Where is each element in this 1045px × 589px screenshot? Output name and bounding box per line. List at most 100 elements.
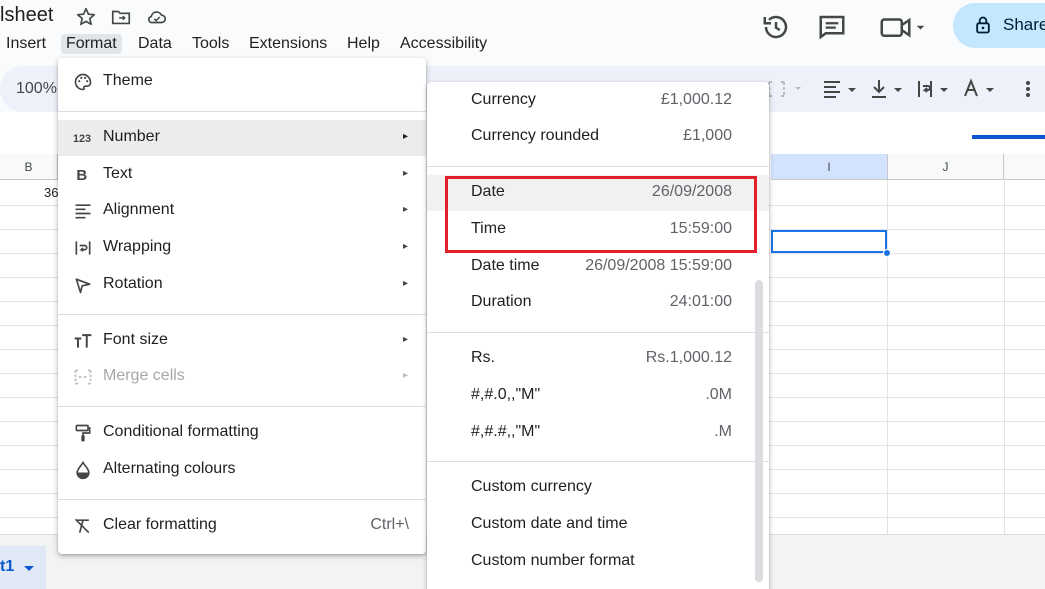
menu-extensions[interactable]: Extensions: [249, 34, 327, 54]
menu-item-alternating-colours[interactable]: Alternating colours: [58, 452, 426, 488]
submenu-item-label: Custom date and time: [471, 515, 628, 532]
menu-divider: [427, 332, 769, 333]
palette-icon: [74, 73, 92, 91]
submenu-item-custom-number-format[interactable]: Custom number format: [427, 544, 769, 580]
document-title[interactable]: lsheet: [0, 4, 53, 27]
menu-item-alignment[interactable]: Alignment ▸: [58, 193, 426, 229]
menu-item-text[interactable]: B Text ▸: [58, 157, 426, 193]
more-options-icon[interactable]: [1018, 76, 1038, 102]
text-wrap-icon: [75, 241, 91, 255]
droplet-icon: [76, 460, 90, 480]
text-rotation-icon[interactable]: [960, 76, 1004, 102]
horizontal-align-icon[interactable]: [820, 76, 864, 102]
submenu-arrow-icon: ▸: [402, 204, 408, 215]
selected-cell[interactable]: [771, 230, 887, 253]
submenu-item-duration[interactable]: Duration 24:01:00: [427, 285, 769, 321]
submenu-item-custom-date-time[interactable]: Custom date and time: [427, 507, 769, 543]
submenu-arrow-icon: ▸: [402, 131, 408, 142]
cell-value[interactable]: 36: [44, 185, 58, 200]
submenu-scrollbar[interactable]: [755, 280, 763, 582]
column-line: [1004, 180, 1005, 534]
submenu-item-custom-currency[interactable]: Custom currency: [427, 470, 769, 506]
text-wrap-icon[interactable]: [914, 76, 958, 102]
column-header-i[interactable]: I: [771, 154, 888, 180]
menu-item-label: Wrapping: [103, 238, 172, 255]
cloud-saved-icon[interactable]: [146, 6, 168, 28]
menu-data[interactable]: Data: [138, 34, 172, 54]
menu-divider: [427, 166, 769, 167]
submenu-arrow-icon: ▸: [402, 278, 408, 289]
menu-divider: [58, 499, 426, 500]
svg-text:B: B: [76, 167, 87, 184]
move-to-folder-icon[interactable]: [110, 6, 132, 28]
bold-b-icon: B: [76, 167, 87, 184]
menu-item-font-size[interactable]: Font size ▸: [58, 323, 426, 359]
column-line: [887, 180, 888, 534]
submenu-item-millions-decimal[interactable]: #,#.0,,"M" .0M: [427, 378, 769, 414]
submenu-item-label: Custom number format: [471, 552, 635, 569]
sheet-tab-label: t1: [0, 558, 15, 575]
menu-insert[interactable]: Insert: [6, 34, 46, 54]
submenu-item-date-time[interactable]: Date time 26/09/2008 15:59:00: [427, 249, 769, 285]
menu-item-label: Clear formatting: [103, 516, 217, 533]
share-button[interactable]: Share: [953, 3, 1045, 48]
submenu-item-label: #,#.#,,"M": [471, 423, 541, 440]
menu-item-rotation[interactable]: Rotation ▸: [58, 267, 426, 303]
submenu-item-example: 26/09/2008 15:59:00: [585, 257, 732, 274]
format-menu: Theme 123 Number ▸ B Text ▸ Alignment ▸ …: [58, 58, 426, 554]
menu-format[interactable]: Format: [61, 34, 122, 54]
highlight-annotation-box: [445, 176, 757, 253]
merge-cells-icon: [74, 369, 92, 385]
submenu-arrow-icon: ▸: [402, 168, 408, 179]
lock-icon: [976, 16, 990, 34]
merge-cells-icon[interactable]: [765, 76, 809, 102]
menu-item-wrapping[interactable]: Wrapping ▸: [58, 230, 426, 266]
column-header-k[interactable]: [1004, 154, 1045, 180]
submenu-item-millions[interactable]: #,#.#,,"M" .M: [427, 415, 769, 451]
selection-indicator: [972, 135, 1045, 139]
submenu-item-rupees[interactable]: Rs. Rs.1,000.12: [427, 341, 769, 377]
align-left-icon: [75, 204, 91, 219]
sheet-tab[interactable]: t1: [0, 546, 46, 589]
menu-tools[interactable]: Tools: [192, 34, 229, 54]
star-icon[interactable]: [75, 6, 97, 28]
column-header-j[interactable]: J: [888, 154, 1004, 180]
svg-text:123: 123: [73, 133, 91, 145]
menu-help[interactable]: Help: [347, 34, 380, 54]
submenu-arrow-icon: ▸: [402, 334, 408, 345]
submenu-item-label: Custom currency: [471, 478, 592, 495]
menu-item-shortcut: Ctrl+\: [370, 516, 409, 533]
menu-item-merge-cells: Merge cells ▸: [58, 359, 426, 395]
menu-item-clear-formatting[interactable]: Clear formatting Ctrl+\: [58, 508, 426, 544]
submenu-item-label: Rs.: [471, 349, 495, 366]
menu-item-theme[interactable]: Theme: [58, 64, 426, 100]
submenu-item-currency-rounded[interactable]: Currency rounded £1,000: [427, 119, 769, 155]
submenu-item-label: #,#.0,,"M": [471, 386, 541, 403]
video-call-icon[interactable]: [878, 12, 928, 42]
menu-item-conditional-formatting[interactable]: Conditional formatting: [58, 415, 426, 451]
menu-divider: [58, 111, 426, 112]
zoom-select[interactable]: 100%: [16, 80, 57, 98]
submenu-item-currency[interactable]: Currency £1,000.12: [427, 83, 769, 119]
fill-handle[interactable]: [883, 249, 891, 257]
submenu-item-label: Date time: [471, 257, 540, 274]
comment-icon[interactable]: [817, 12, 847, 42]
history-icon[interactable]: [761, 12, 791, 42]
menu-item-label: Number: [103, 128, 160, 145]
submenu-item-label: Duration: [471, 293, 532, 310]
submenu-item-example: .0M: [705, 386, 732, 403]
column-header-b[interactable]: B: [0, 154, 58, 180]
number-123-icon: 123: [73, 133, 91, 145]
menu-item-number[interactable]: 123 Number ▸: [58, 120, 426, 156]
font-size-icon: [74, 334, 92, 348]
menu-item-label: Theme: [103, 72, 153, 89]
chevron-down-icon[interactable]: [23, 565, 35, 573]
menu-divider: [58, 314, 426, 315]
clear-format-icon: [74, 518, 90, 534]
menu-item-label: Font size: [103, 331, 168, 348]
vertical-align-icon[interactable]: [868, 76, 912, 102]
submenu-item-example: £1,000.12: [660, 91, 732, 108]
submenu-item-example: Rs.1,000.12: [645, 349, 732, 366]
submenu-item-label: Currency rounded: [471, 127, 600, 144]
menu-accessibility[interactable]: Accessibility: [400, 34, 487, 54]
